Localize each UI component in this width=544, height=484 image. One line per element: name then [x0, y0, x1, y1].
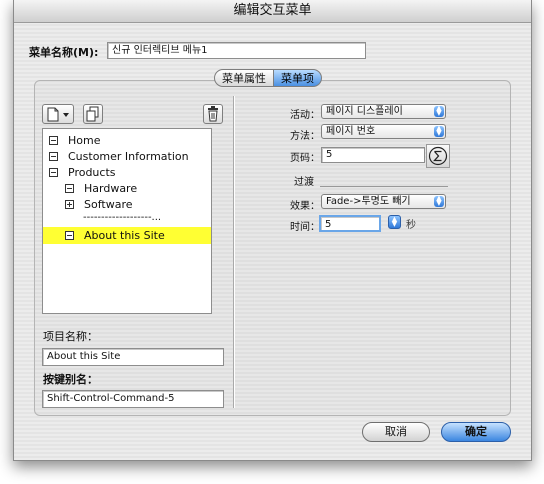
- transition-heading: 过渡: [294, 177, 314, 188]
- method-popup[interactable]: 페이지 번호 ▲ ▼: [321, 124, 446, 139]
- effect-label: 效果：: [290, 201, 320, 212]
- page-number-field[interactable]: 5: [321, 147, 425, 163]
- tree-item-about-this-site[interactable]: About this Site: [65, 228, 165, 244]
- time-label: 时间：: [290, 222, 320, 233]
- new-item-button[interactable]: [42, 104, 74, 124]
- collapse-icon[interactable]: [65, 183, 74, 193]
- item-name-field[interactable]: About this Site: [42, 348, 224, 366]
- method-label: 方法：: [290, 131, 320, 142]
- duplicate-icon: [86, 106, 99, 122]
- action-popup[interactable]: 페이지 디스플레이 ▲ ▼: [321, 104, 446, 119]
- title-bar[interactable]: 编辑交互菜单: [14, 0, 531, 23]
- time-field[interactable]: 5: [319, 215, 381, 232]
- duplicate-item-button[interactable]: [83, 104, 103, 124]
- cancel-button[interactable]: 取消: [362, 422, 430, 442]
- menu-name-label: 菜单名称(M):: [29, 46, 99, 59]
- action-label: 活动：: [290, 110, 320, 121]
- page-number-label: 页码：: [290, 153, 320, 164]
- menu-item-tree[interactable]: Home Customer Information Products Hardw…: [42, 128, 212, 314]
- document-icon: [47, 107, 69, 122]
- shortcut-field[interactable]: Shift-Control-Command-5: [42, 390, 224, 408]
- expand-icon[interactable]: [65, 199, 74, 209]
- tree-item-hardware[interactable]: Hardware: [65, 181, 137, 197]
- collapse-icon[interactable]: [49, 151, 58, 161]
- sigma-icon: [428, 146, 448, 166]
- tab-menu-items[interactable]: 菜单项: [274, 69, 322, 87]
- popup-arrows-icon: ▲ ▼: [434, 105, 444, 117]
- tab-bar: 菜单属性 菜单项: [214, 69, 322, 87]
- collapse-icon[interactable]: [49, 167, 58, 177]
- ok-button[interactable]: 确定: [441, 422, 511, 442]
- dialog-window: 编辑交互菜单 菜单名称(M): 신규 인터렉티브 메뉴1 菜单属性 菜单项 Ho…: [13, 0, 532, 461]
- tree-item-customer-information[interactable]: Customer Information: [49, 149, 189, 165]
- tab-menu-properties[interactable]: 菜单属性: [214, 69, 274, 87]
- time-unit-label: 秒: [406, 220, 416, 231]
- time-stepper[interactable]: ▲ ▼: [388, 215, 401, 229]
- transition-separator: [320, 186, 448, 187]
- tree-item-separator[interactable]: -------------------...: [83, 210, 161, 226]
- collapse-icon[interactable]: [49, 135, 58, 145]
- dialog-title: 编辑交互菜单: [233, 3, 312, 18]
- popup-arrows-icon: ▲ ▼: [434, 195, 444, 207]
- tree-item-products[interactable]: Products: [49, 165, 116, 181]
- tree-item-home[interactable]: Home: [49, 133, 100, 149]
- chevron-down-icon: [63, 113, 69, 117]
- delete-item-button[interactable]: [203, 104, 223, 124]
- shortcut-label: 按键别名：: [43, 373, 98, 386]
- collapse-icon[interactable]: [65, 230, 74, 240]
- item-name-label: 项目名称：: [43, 330, 98, 343]
- expression-button[interactable]: [426, 144, 450, 168]
- vertical-divider: [233, 96, 235, 408]
- menu-name-field[interactable]: 신규 인터렉티브 메뉴1: [107, 42, 366, 59]
- effect-popup[interactable]: Fade->투명도 빼기 ▲ ▼: [321, 194, 446, 209]
- popup-arrows-icon: ▲ ▼: [434, 125, 444, 137]
- trash-icon: [208, 106, 218, 122]
